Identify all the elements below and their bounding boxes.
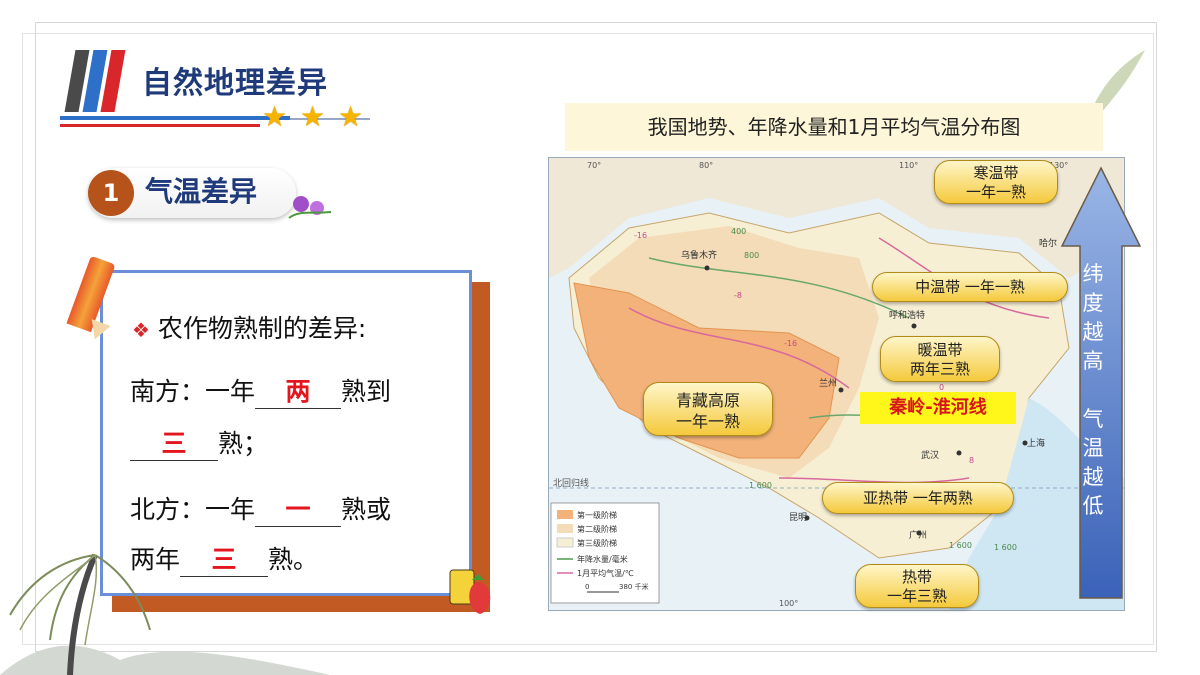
svg-text:400: 400 <box>731 227 746 236</box>
badge-tropical-line-2: 一年三熟 <box>886 587 947 605</box>
page-title: 自然地理差异 <box>142 66 328 101</box>
arrow-vertical-label: 纬度越高 气温越低 <box>1080 260 1106 521</box>
star-icon: ★ <box>262 100 288 133</box>
flower-icon <box>288 196 332 219</box>
header-underline-blue <box>60 116 290 120</box>
south-blank-2: 三 <box>130 424 218 461</box>
card-heading: 农作物熟制的差异: <box>157 314 367 343</box>
svg-text:上海: 上海 <box>1027 437 1045 449</box>
willow-landscape-decoration <box>0 553 330 675</box>
badge-mid-temperate: 中温带 一年一熟 <box>872 272 1068 302</box>
svg-text:-8: -8 <box>734 291 742 300</box>
arrow-char: 气 <box>1082 407 1104 431</box>
arrow-char: 低 <box>1082 494 1104 518</box>
badge-qinghai-tibet: 青藏高原 一年一熟 <box>643 382 773 436</box>
strawberry-icon <box>449 569 491 614</box>
svg-text:1 600: 1 600 <box>994 543 1017 552</box>
qinling-huaihe-label: 秦岭-淮河线 <box>860 392 1016 424</box>
svg-text:1 600: 1 600 <box>949 541 972 550</box>
south-prefix: 南方：一年 <box>130 377 256 406</box>
svg-text:80°: 80° <box>699 161 713 170</box>
svg-text:1 600: 1 600 <box>749 481 772 490</box>
south-line-1: 南方：一年两熟到 <box>130 372 391 409</box>
star-icon: ★ <box>338 100 364 133</box>
section-number: 1 <box>88 170 134 216</box>
svg-text:乌鲁木齐: 乌鲁木齐 <box>681 249 717 261</box>
china-map-drawing: 第一级阶梯 第二级阶梯 第三级阶梯 年降水量/毫米 1月平均气温/℃ 0 380… <box>549 158 1124 610</box>
svg-text:100°: 100° <box>779 599 798 608</box>
svg-text:第一级阶梯: 第一级阶梯 <box>577 510 617 520</box>
badge-tropical-line-1: 热带 <box>901 568 932 586</box>
svg-text:哈尔: 哈尔 <box>1039 237 1057 249</box>
badge-plateau-line-1: 青藏高原 <box>675 391 740 410</box>
arrow-char: 高 <box>1082 349 1104 373</box>
arrow-char: 温 <box>1082 436 1104 460</box>
svg-text:昆明: 昆明 <box>789 512 807 523</box>
svg-text:第三级阶梯: 第三级阶梯 <box>577 538 617 548</box>
badge-warm-temperate: 暖温带 两年三熟 <box>880 336 1000 382</box>
star-icon: ★ <box>300 100 326 133</box>
svg-text:0: 0 <box>585 583 589 591</box>
svg-text:武汉: 武汉 <box>921 449 939 461</box>
badge-cold-line-1: 寒温带 <box>973 164 1019 182</box>
svg-text:-16: -16 <box>784 339 797 348</box>
svg-text:第二级阶梯: 第二级阶梯 <box>577 524 617 534</box>
header-underline-red <box>60 124 260 127</box>
diamond-bullet-icon: ❖ <box>132 318 150 342</box>
svg-text:广州: 广州 <box>909 529 927 541</box>
svg-text:-16: -16 <box>634 231 647 240</box>
badge-cold-temperate: 寒温带 一年一熟 <box>934 160 1058 204</box>
south-mid: 熟到 <box>341 377 392 406</box>
svg-text:0: 0 <box>939 383 944 392</box>
svg-text:800: 800 <box>744 251 759 260</box>
svg-text:年降水量/毫米: 年降水量/毫米 <box>577 554 628 564</box>
arrow-char: 越 <box>1082 320 1104 344</box>
arrow-char <box>1080 376 1106 405</box>
arrow-char: 纬 <box>1082 262 1104 286</box>
badge-warm-line-1: 暖温带 <box>917 341 963 359</box>
section-title: 气温差异 <box>145 175 258 208</box>
badge-warm-line-2: 两年三熟 <box>909 360 970 378</box>
svg-text:110°: 110° <box>899 161 918 170</box>
svg-text:呼和浩特: 呼和浩特 <box>889 309 925 321</box>
svg-text:70°: 70° <box>587 161 601 170</box>
svg-text:北回归线: 北回归线 <box>553 477 589 489</box>
south-blank-1: 两 <box>255 372 342 409</box>
svg-text:380 千米: 380 千米 <box>619 582 649 591</box>
south-line-2: 三熟； <box>130 424 268 461</box>
badge-subtropical: 亚热带 一年两熟 <box>822 482 1014 514</box>
south-suffix: 熟； <box>218 429 269 458</box>
svg-text:1月平均气温/℃: 1月平均气温/℃ <box>577 568 634 578</box>
svg-text:8: 8 <box>969 456 974 465</box>
card-heading-row: ❖ 农作物熟制的差异: <box>132 309 366 345</box>
badge-cold-line-2: 一年一熟 <box>965 183 1026 201</box>
arrow-char: 越 <box>1082 465 1104 489</box>
badge-tropical: 热带 一年三熟 <box>855 564 979 608</box>
badge-plateau-line-2: 一年一熟 <box>675 412 740 431</box>
china-map: 第一级阶梯 第二级阶梯 第三级阶梯 年降水量/毫米 1月平均气温/℃ 0 380… <box>548 157 1125 611</box>
arrow-char: 度 <box>1082 291 1104 315</box>
north-mid: 熟或 <box>341 495 392 524</box>
map-title: 我国地势、年降水量和1月平均气温分布图 <box>647 115 1021 139</box>
svg-text:兰州: 兰州 <box>819 377 837 389</box>
